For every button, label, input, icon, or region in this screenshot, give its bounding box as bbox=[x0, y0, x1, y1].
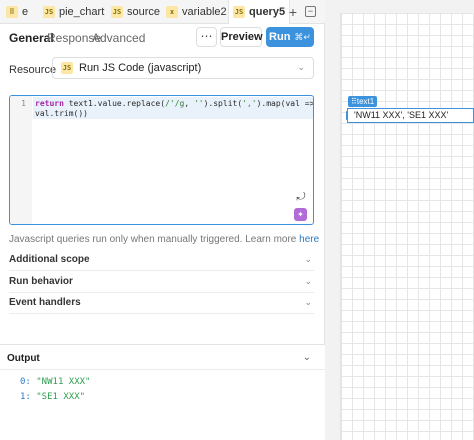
section-label: Additional scope bbox=[9, 254, 90, 265]
output-title: Output bbox=[7, 353, 40, 364]
tab-query5[interactable]: JS query5 bbox=[228, 0, 291, 24]
js-icon: JS bbox=[111, 6, 123, 18]
tab-advanced[interactable]: Advanced bbox=[92, 31, 145, 45]
code-text: ).split( bbox=[203, 99, 243, 108]
output-row: 1: "SE1 XXX" bbox=[20, 392, 85, 402]
plus-icon[interactable]: + bbox=[286, 5, 300, 19]
chevron-down-icon[interactable]: ⌄ bbox=[303, 352, 311, 363]
canvas-grid bbox=[340, 13, 474, 440]
run-hint: Javascript queries run only when manuall… bbox=[9, 234, 319, 245]
tab-label: query5 bbox=[249, 6, 286, 18]
code-string: ',' bbox=[242, 99, 257, 108]
section-label: Run behavior bbox=[9, 276, 73, 287]
code-text: , bbox=[184, 99, 194, 108]
tab-pie-chart[interactable]: JS pie_chart bbox=[43, 0, 104, 24]
output-value: "SE1 XXX" bbox=[36, 392, 86, 402]
tab-label: e bbox=[22, 6, 29, 18]
learn-more-link[interactable]: here bbox=[299, 234, 319, 245]
code-string: '' bbox=[193, 99, 204, 108]
js-icon: JS bbox=[61, 62, 73, 74]
section-run-behavior[interactable]: Run behavior ⌄ bbox=[9, 272, 314, 293]
chevron-down-icon: ⌄ bbox=[297, 62, 305, 72]
format-code-icon[interactable]: ⤾ bbox=[294, 190, 308, 204]
variable-icon: x bbox=[166, 6, 178, 18]
section-event-handlers[interactable]: Event handlers ⌄ bbox=[9, 293, 314, 314]
output-index: 0: bbox=[20, 377, 31, 387]
tab-variable2[interactable]: x variable2 bbox=[166, 0, 227, 24]
query-icon: ⠿ bbox=[6, 6, 18, 18]
resource-value: Run JS Code (javascript) bbox=[79, 62, 202, 74]
resource-label: Resource bbox=[9, 64, 57, 76]
preview-button[interactable]: Preview bbox=[220, 27, 263, 47]
code-regex: /'/g bbox=[165, 99, 185, 108]
code-text: text1.value.replace( bbox=[63, 99, 166, 108]
run-label: Run bbox=[269, 31, 291, 43]
js-icon: JS bbox=[233, 6, 245, 18]
more-options-button[interactable]: ⋯ bbox=[196, 27, 217, 47]
tab-label: source bbox=[127, 6, 161, 18]
tab-source[interactable]: JS source bbox=[111, 0, 160, 24]
query-editor-panel: ⠿ e JS pie_chart JS source x variable2 J… bbox=[0, 0, 325, 440]
line-number: 1 bbox=[21, 99, 26, 108]
ellipsis-icon: ⋯ bbox=[200, 29, 213, 43]
code-line-1-wrap: val.trim()) bbox=[35, 109, 88, 118]
code-editor[interactable]: 1 return text1.value.replace(/'/g, '').s… bbox=[9, 95, 314, 225]
collapse-panel-icon[interactable]: − bbox=[305, 6, 316, 17]
resource-select[interactable]: JS Run JS Code (javascript) ⌄ bbox=[52, 57, 314, 79]
divider bbox=[0, 369, 325, 370]
component-name-tag[interactable]: ⠿text1 bbox=[348, 96, 378, 107]
text-component[interactable]: 'NW11 XXX', 'SE1 XXX' bbox=[347, 108, 474, 123]
tab-label: variable2 bbox=[182, 6, 227, 18]
component-name: text1 bbox=[356, 97, 375, 106]
app-canvas[interactable] bbox=[325, 0, 474, 440]
section-label: Event handlers bbox=[9, 297, 81, 308]
run-button[interactable]: Run ⌘↵ bbox=[266, 27, 314, 47]
hint-text: Javascript queries run only when manuall… bbox=[9, 234, 300, 245]
code-text: ).map(val => bbox=[256, 99, 314, 108]
editor-gutter: 1 bbox=[10, 96, 32, 224]
ai-assist-icon[interactable]: ✦ bbox=[294, 208, 307, 221]
tab-e[interactable]: ⠿ e bbox=[6, 0, 28, 24]
chevron-down-icon: ⌄ bbox=[304, 297, 312, 307]
js-icon: JS bbox=[43, 6, 55, 18]
tab-label: pie_chart bbox=[59, 6, 105, 18]
output-panel: Output ⌄ 0: "NW11 XXX" 1: "SE1 XXX" bbox=[0, 344, 325, 440]
output-index: 1: bbox=[20, 392, 31, 402]
section-additional-scope[interactable]: Additional scope ⌄ bbox=[9, 250, 314, 271]
chevron-down-icon: ⌄ bbox=[304, 276, 312, 286]
chevron-down-icon: ⌄ bbox=[304, 254, 312, 264]
code-line-1: return text1.value.replace(/'/g, '').spl… bbox=[35, 99, 314, 108]
query-tab-bar: ⠿ e JS pie_chart JS source x variable2 J… bbox=[0, 0, 325, 24]
output-value: "NW11 XXX" bbox=[36, 377, 91, 387]
run-shortcut: ⌘↵ bbox=[294, 31, 311, 42]
output-row: 0: "NW11 XXX" bbox=[20, 377, 90, 387]
code-keyword: return bbox=[35, 99, 64, 108]
